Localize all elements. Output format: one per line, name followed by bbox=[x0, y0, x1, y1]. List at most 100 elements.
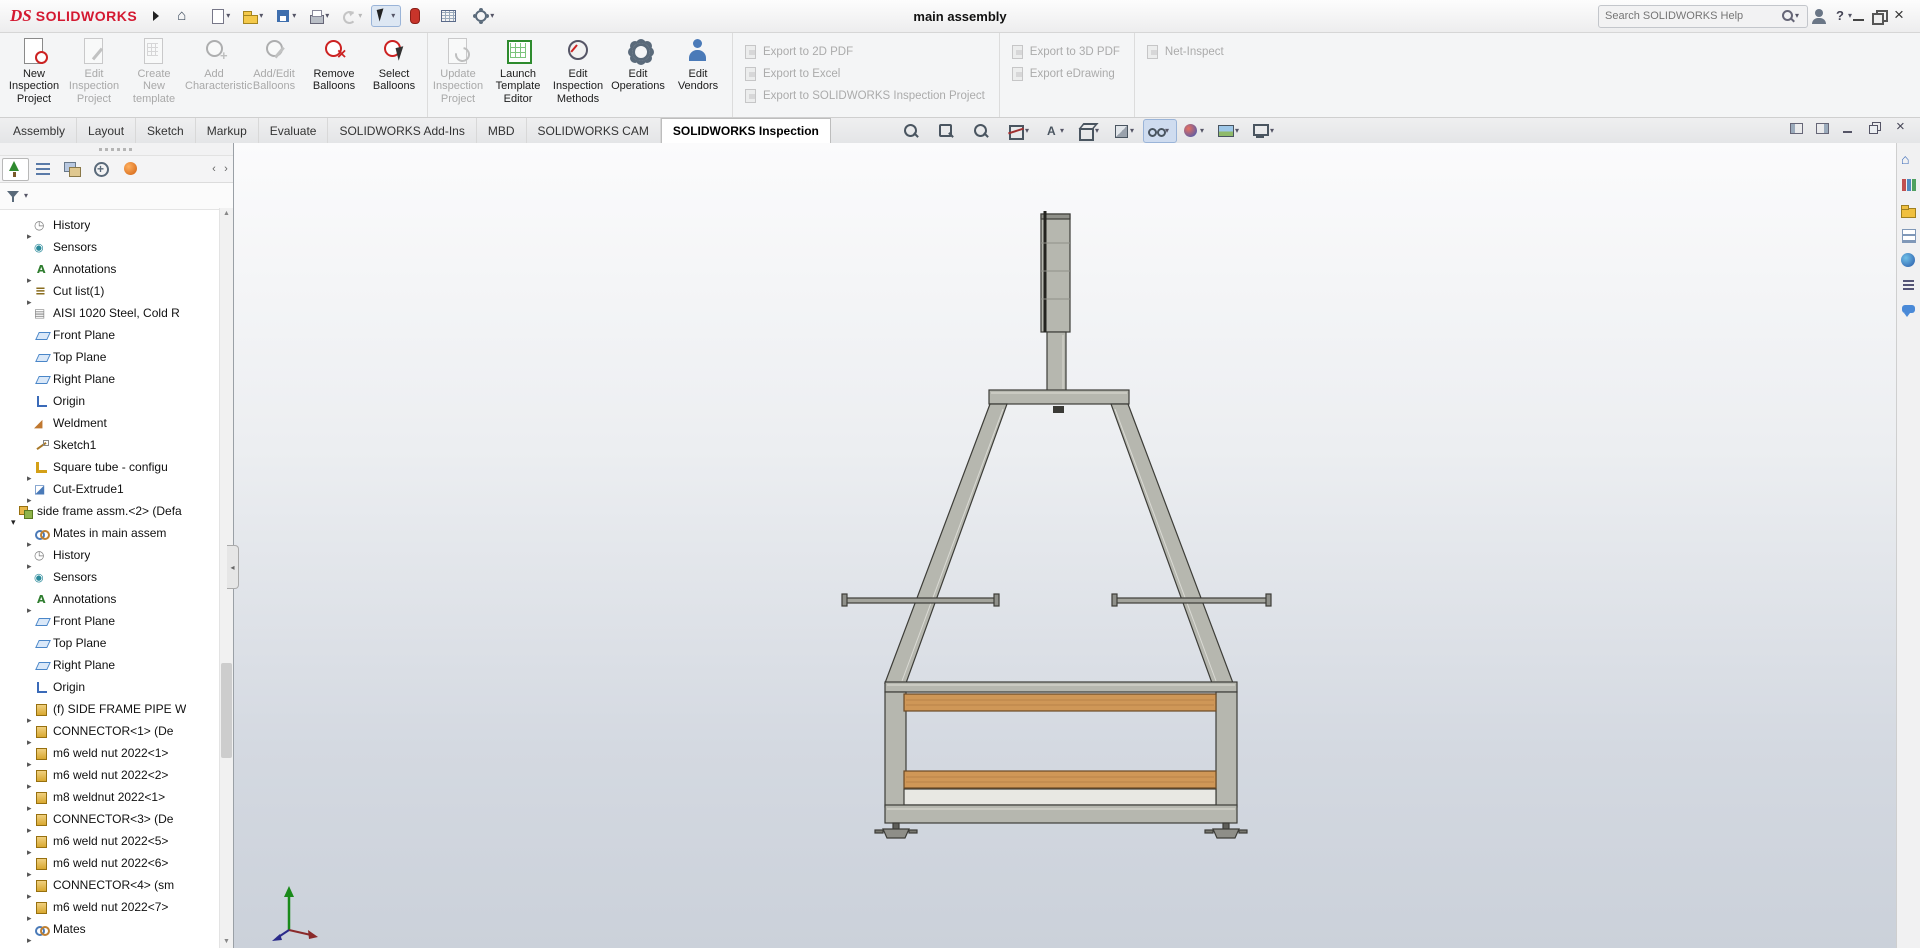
add-edit-balloons-button[interactable]: Add/Edit Balloons bbox=[244, 32, 304, 117]
model-wood-slats[interactable] bbox=[903, 693, 1217, 789]
tab-solidworks-add-ins[interactable]: SOLIDWORKS Add-Ins bbox=[328, 118, 477, 143]
tree-item[interactable]: History bbox=[0, 214, 220, 248]
select-button[interactable] bbox=[371, 5, 402, 27]
tree-item[interactable]: CONNECTOR<3> (De bbox=[0, 808, 220, 841]
remove-balloons-button[interactable]: Remove Balloons bbox=[304, 32, 364, 117]
view-settings-icon[interactable] bbox=[1248, 119, 1282, 143]
tree-item[interactable]: Sensors bbox=[0, 566, 220, 588]
annotation-views-icon[interactable] bbox=[1038, 119, 1072, 143]
previous-view-icon[interactable] bbox=[968, 119, 1002, 143]
tree-item[interactable]: CONNECTOR<4> (sm bbox=[0, 874, 220, 907]
hide-show-items-icon[interactable] bbox=[1143, 119, 1177, 143]
restore-document-button[interactable] bbox=[1866, 120, 1884, 136]
tree-item[interactable]: Cut-Extrude1 bbox=[0, 478, 220, 512]
tab-layout[interactable]: Layout bbox=[77, 118, 137, 143]
dropdown-caret-icon[interactable] bbox=[1165, 126, 1173, 136]
tree-item[interactable]: side frame assm.<2> (Defa bbox=[0, 500, 220, 533]
tree-item[interactable]: Top Plane bbox=[0, 632, 220, 654]
edit-appearance-icon[interactable] bbox=[1178, 119, 1212, 143]
options-button[interactable] bbox=[470, 5, 500, 27]
tree-item[interactable]: Weldment bbox=[0, 412, 220, 434]
tab-solidworks-inspection[interactable]: SOLIDWORKS Inspection bbox=[660, 118, 831, 143]
dropdown-caret-icon[interactable] bbox=[1130, 126, 1138, 136]
close-document-button[interactable] bbox=[1892, 118, 1910, 136]
select-balloons-button[interactable]: Select Balloons bbox=[364, 32, 424, 117]
orientation-triad[interactable] bbox=[261, 884, 331, 942]
dropdown-caret-icon[interactable] bbox=[1270, 126, 1278, 136]
tree-item[interactable]: m6 weld nut 2022<2> bbox=[0, 764, 220, 797]
new-inspection-project-button[interactable]: New Inspection Project bbox=[4, 32, 64, 117]
displaymanager-tab[interactable] bbox=[118, 158, 145, 181]
display-style-icon[interactable] bbox=[1108, 119, 1142, 143]
dropdown-caret-icon[interactable] bbox=[391, 11, 399, 21]
dropdown-caret-icon[interactable] bbox=[259, 11, 267, 21]
scrollbar-up-arrow-icon[interactable]: ▲ bbox=[220, 208, 233, 220]
tree-item[interactable]: m6 weld nut 2022<5> bbox=[0, 830, 220, 863]
dropdown-caret-icon[interactable] bbox=[226, 11, 234, 21]
design-library-icon[interactable] bbox=[1899, 176, 1918, 195]
custom-properties-icon[interactable] bbox=[1899, 276, 1918, 295]
dropdown-caret-icon[interactable] bbox=[358, 11, 366, 21]
tree-item[interactable]: CONNECTOR<1> (De bbox=[0, 720, 220, 753]
appearances-scenes-icon[interactable] bbox=[1899, 251, 1918, 270]
rebuild-button[interactable] bbox=[404, 5, 434, 27]
tree-item[interactable]: Cut list(1) bbox=[0, 280, 220, 314]
edit-inspection-methods-button[interactable]: Edit Inspection Methods bbox=[548, 32, 608, 117]
dropdown-caret-icon[interactable] bbox=[1025, 126, 1033, 136]
zoom-to-fit-icon[interactable] bbox=[898, 119, 932, 143]
tree-item[interactable]: AISI 1020 Steel, Cold R bbox=[0, 302, 220, 324]
tree-item[interactable]: Front Plane bbox=[0, 610, 220, 632]
add-characteristic-button[interactable]: Add Characteristic bbox=[184, 32, 252, 117]
panel-collapse-handle[interactable]: ◂ bbox=[227, 545, 239, 589]
export-to-3d-pdf-button[interactable]: Export to 3D PDF bbox=[1010, 44, 1120, 59]
dropdown-caret-icon[interactable] bbox=[1200, 126, 1208, 136]
panel-tabs-scroll-right-icon[interactable]: › bbox=[221, 163, 231, 175]
tree-item[interactable]: Top Plane bbox=[0, 346, 220, 368]
edit-inspection-project-button[interactable]: Edit Inspection Project bbox=[64, 32, 124, 117]
tree-item[interactable]: Origin bbox=[0, 676, 220, 698]
update-inspection-project-button[interactable]: Update Inspection Project bbox=[427, 32, 488, 117]
edit-operations-button[interactable]: Edit Operations bbox=[608, 32, 668, 117]
tree-item[interactable]: Annotations bbox=[0, 588, 220, 622]
tree-item[interactable]: Right Plane bbox=[0, 654, 220, 676]
tree-item[interactable]: Front Plane bbox=[0, 324, 220, 346]
search-dropdown-caret-icon[interactable] bbox=[1795, 11, 1803, 21]
dropdown-caret-icon[interactable] bbox=[325, 11, 333, 21]
panel-grip-handle[interactable] bbox=[0, 143, 233, 156]
tree-item[interactable]: m6 weld nut 2022<1> bbox=[0, 742, 220, 775]
model-side-arms[interactable] bbox=[841, 593, 1272, 607]
open-button[interactable] bbox=[239, 5, 269, 27]
featuremanager-tab[interactable] bbox=[2, 157, 29, 181]
tab-solidworks-cam[interactable]: SOLIDWORKS CAM bbox=[527, 118, 661, 143]
dropdown-caret-icon[interactable] bbox=[1095, 126, 1103, 136]
tree-item[interactable]: m6 weld nut 2022<7> bbox=[0, 896, 220, 929]
scrollbar-down-arrow-icon[interactable]: ▼ bbox=[220, 936, 233, 948]
launch-template-editor-button[interactable]: Launch Template Editor bbox=[488, 32, 548, 117]
dock-pane-right-button[interactable] bbox=[1814, 120, 1832, 136]
tree-item[interactable]: History bbox=[0, 544, 220, 578]
tree-item[interactable]: Mates in main assem bbox=[0, 522, 220, 555]
tab-mbd[interactable]: MBD bbox=[477, 118, 527, 143]
tree-item[interactable]: Sensors bbox=[0, 236, 220, 258]
menu-flyout-arrow-icon[interactable] bbox=[153, 11, 160, 21]
tree-item[interactable]: (f) SIDE FRAME PIPE W bbox=[0, 698, 220, 731]
tree-item[interactable]: Mates bbox=[0, 918, 220, 948]
export-to-sw-inspection-project-button[interactable]: Export to SOLIDWORKS Inspection Project bbox=[743, 88, 985, 103]
tab-markup[interactable]: Markup bbox=[196, 118, 259, 143]
filter-dropdown-caret-icon[interactable] bbox=[24, 191, 32, 201]
section-view-icon[interactable] bbox=[1003, 119, 1037, 143]
tree-item[interactable]: m8 weldnut 2022<1> bbox=[0, 786, 220, 819]
export-to-excel-button[interactable]: Export to Excel bbox=[743, 66, 985, 81]
file-explorer-icon[interactable] bbox=[1899, 201, 1918, 220]
new-document-button[interactable] bbox=[206, 5, 236, 27]
solidworks-logo[interactable]: DS SOLIDWORKS bbox=[0, 6, 143, 26]
zoom-to-area-icon[interactable] bbox=[933, 119, 967, 143]
model-a-frame[interactable] bbox=[884, 389, 1234, 684]
configurationmanager-tab[interactable] bbox=[60, 158, 87, 181]
tab-sketch[interactable]: Sketch bbox=[136, 118, 196, 143]
search-icon[interactable] bbox=[1781, 9, 1795, 23]
create-new-template-button[interactable]: Create New template bbox=[124, 32, 184, 117]
tab-evaluate[interactable]: Evaluate bbox=[259, 118, 329, 143]
tree-item[interactable]: Sketch1 bbox=[0, 434, 220, 456]
print-button[interactable] bbox=[305, 5, 335, 27]
